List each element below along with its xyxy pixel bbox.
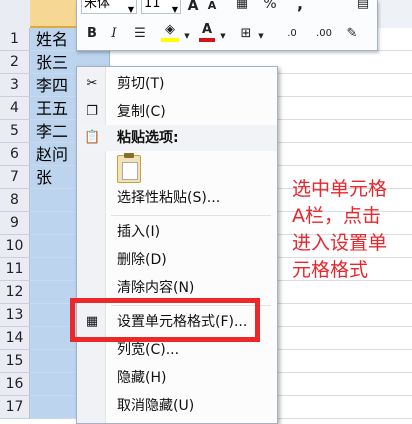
font-color-letter: A xyxy=(201,22,213,37)
row-header[interactable]: 8 xyxy=(0,189,30,212)
paste-option-icon[interactable] xyxy=(117,153,141,183)
clipboard-page xyxy=(122,162,138,180)
row-header[interactable]: 10 xyxy=(0,235,30,258)
font-size-value: 11 xyxy=(144,0,161,11)
menu-item-copy[interactable]: ❐ 复制(C) xyxy=(77,99,277,125)
chevron-down-icon: ▼ xyxy=(127,5,134,14)
row-header[interactable]: 7 xyxy=(0,166,30,189)
menu-item-label: 插入(I) xyxy=(117,224,161,240)
row-header[interactable]: 12 xyxy=(0,281,30,304)
row-header[interactable]: 1 xyxy=(0,28,30,51)
scissors-icon: ✂ xyxy=(86,76,98,91)
row-header[interactable]: 17 xyxy=(0,396,30,419)
mini-toolbar-row-2: B I ☰ ◈ ▼ A ▼ ⊞ ▼ .0 .00 ✎ xyxy=(77,22,377,48)
format-table-icon[interactable]: ▤ xyxy=(355,0,371,14)
copy-icon: ❐ xyxy=(86,104,98,119)
clipboard-clip xyxy=(124,153,134,158)
row-header[interactable]: 3 xyxy=(0,74,30,97)
comma-style-button[interactable]: , xyxy=(293,0,307,14)
chevron-down-icon: ▼ xyxy=(171,5,178,14)
accounting-format-icon[interactable]: ▦ xyxy=(231,0,253,14)
grow-font-button[interactable]: A xyxy=(185,0,201,16)
mini-toolbar: 宋体 ▼ 11 ▼ A A ▦ % , ▤ B I ☰ ◈ ▼ A ▼ ⊞ ▼ .0… xyxy=(76,0,378,51)
row-header[interactable]: 5 xyxy=(0,120,30,143)
font-size-box[interactable]: 11 ▼ xyxy=(141,0,181,14)
borders-icon[interactable]: ⊞ xyxy=(237,24,255,44)
chevron-down-icon[interactable]: ▼ xyxy=(257,26,265,46)
row-header[interactable]: 15 xyxy=(0,350,30,373)
align-center-icon[interactable]: ☰ xyxy=(131,24,149,44)
menu-header-paste-options: 📋 粘贴选项: xyxy=(77,125,277,151)
menu-item-label: 剪切(T) xyxy=(117,76,165,92)
menu-item-label: 粘贴选项: xyxy=(117,130,179,146)
row-header[interactable]: 9 xyxy=(0,212,30,235)
menu-item-label: 复制(C) xyxy=(117,104,166,120)
menu-item-cut[interactable]: ✂ 剪切(T) xyxy=(77,71,277,97)
font-color-button[interactable]: A xyxy=(197,22,217,42)
increase-decimal-button[interactable]: .0 xyxy=(277,24,307,44)
row-header[interactable]: 2 xyxy=(0,51,30,74)
menu-item-hide[interactable]: 隐藏(H) xyxy=(77,365,277,391)
menu-item-label: 取消隐藏(U) xyxy=(117,398,195,414)
row-header[interactable]: 6 xyxy=(0,143,30,166)
menu-item-label: 删除(D) xyxy=(117,252,167,268)
highlight-box xyxy=(70,298,260,342)
menu-item-paste-special[interactable]: 选择性粘贴(S)... xyxy=(77,185,277,211)
menu-item-label: 隐藏(H) xyxy=(117,370,167,386)
mini-toolbar-row-1: 宋体 ▼ 11 ▼ A A ▦ % , ▤ xyxy=(77,0,377,16)
percent-style-button[interactable]: % xyxy=(263,0,277,14)
paste-icon: 📋 xyxy=(84,130,101,145)
chevron-down-icon[interactable]: ▼ xyxy=(183,26,191,46)
menu-separator xyxy=(111,215,271,216)
chevron-down-icon[interactable]: ▼ xyxy=(219,26,227,46)
row-header[interactable]: 4 xyxy=(0,97,30,120)
annotation-text: 选中单元格 A栏，点击 进入设置单 元格格式 xyxy=(292,178,388,281)
font-name-value: 宋体 xyxy=(84,0,111,11)
bold-button[interactable]: B xyxy=(85,24,99,44)
context-menu: ✂ 剪切(T) ❐ 复制(C) 📋 粘贴选项: 选择性粘贴(S)... 插入(I… xyxy=(76,66,278,424)
fill-color-icon[interactable]: ◈ xyxy=(159,22,181,42)
font-name-box[interactable]: 宋体 ▼ xyxy=(81,0,137,14)
format-painter-icon[interactable]: ✎ xyxy=(343,24,361,44)
row-header[interactable]: 14 xyxy=(0,327,30,350)
menu-item-unhide[interactable]: 取消隐藏(U) xyxy=(77,393,277,419)
italic-button[interactable]: I xyxy=(107,24,121,44)
menu-item-delete[interactable]: 删除(D) xyxy=(77,247,277,273)
menu-item-label: 选择性粘贴(S)... xyxy=(117,190,221,206)
select-all-corner[interactable] xyxy=(0,0,31,28)
row-header[interactable]: 11 xyxy=(0,258,30,281)
row-header[interactable]: 16 xyxy=(0,373,30,396)
menu-item-insert[interactable]: 插入(I) xyxy=(77,219,277,245)
decrease-decimal-button[interactable]: .00 xyxy=(309,24,339,44)
shrink-font-button[interactable]: A xyxy=(205,0,219,16)
row-header[interactable]: 13 xyxy=(0,304,30,327)
